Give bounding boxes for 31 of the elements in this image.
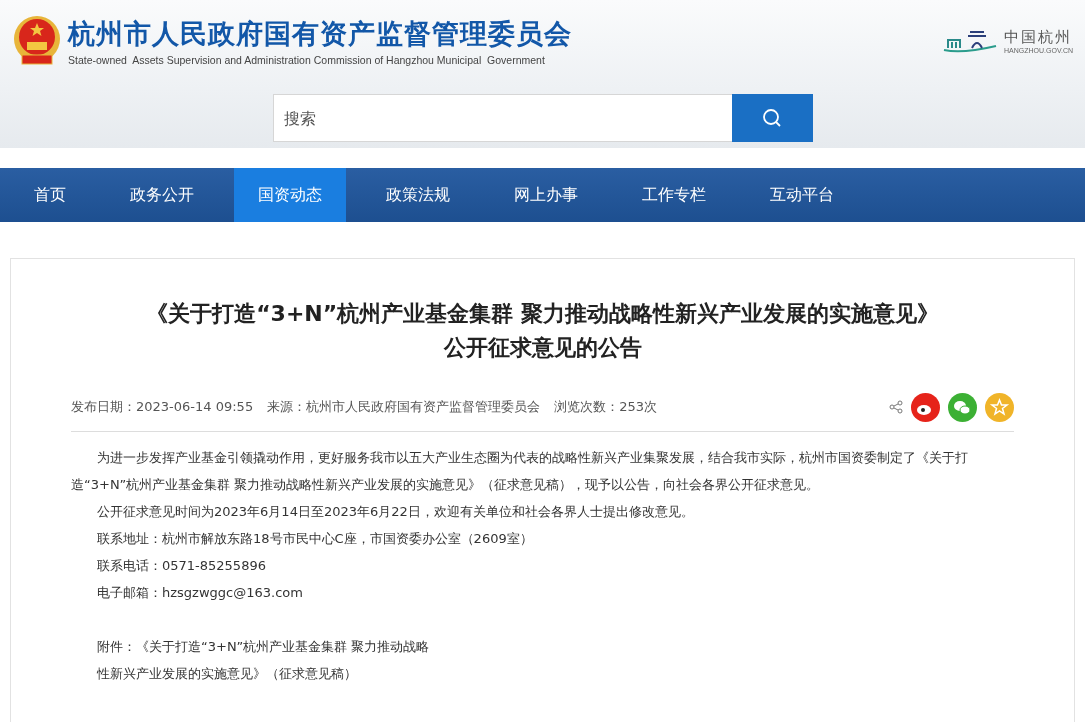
article-paragraph: 联系地址：杭州市解放东路18号市民中心C座，市国资委办公室（2609室） bbox=[96, 530, 534, 548]
emblem-icon bbox=[12, 15, 62, 67]
nav-tab[interactable]: 国资动态 bbox=[234, 168, 346, 222]
share-icon[interactable] bbox=[889, 400, 903, 414]
attachment-link[interactable]: 性新兴产业发展的实施意见》（征求意见稿） bbox=[97, 660, 1014, 687]
attachment-link[interactable]: 附件：《关于打造“3+N”杭州产业基金集群 聚力推动战略 bbox=[97, 633, 1014, 660]
nav-tab[interactable]: 政务公开 bbox=[106, 168, 218, 222]
search-icon bbox=[762, 108, 782, 128]
article-title: 《关于打造“3+N”杭州产业基金集群 聚力推动战略性新兴产业发展的实施意见》 bbox=[145, 300, 940, 328]
weibo-share-icon[interactable] bbox=[911, 392, 940, 422]
meta-info: 浏览次数：253次 bbox=[554, 398, 657, 416]
pavilion-logo-icon bbox=[942, 28, 998, 54]
site-subtitle: State-owned Assets Supervision and Administration Commission of Hangzhou Municipal Government bbox=[68, 54, 546, 66]
nav-tab[interactable]: 互动平台 bbox=[746, 168, 858, 222]
article-title: 公开征求意见的公告 bbox=[442, 334, 643, 362]
wechat-share-icon[interactable] bbox=[948, 392, 977, 422]
nav-tab[interactable]: 首页 bbox=[10, 168, 90, 222]
article-paragraph: 公开征求意见时间为2023年6月14日至2023年6月22日，欢迎有关单位和社会各界人士提出修改意见。 bbox=[96, 503, 695, 521]
article-paragraph: 联系电话：0571-85255896 bbox=[96, 557, 267, 575]
meta-info: 来源：杭州市人民政府国有资产监督管理委员会 bbox=[267, 398, 541, 416]
site-title: 杭州市人民政府国有资产监督管理委员会 bbox=[68, 17, 572, 51]
search-button[interactable] bbox=[731, 94, 813, 142]
nav-tab[interactable]: 网上办事 bbox=[490, 168, 602, 222]
star-favorite-icon[interactable] bbox=[985, 392, 1014, 422]
meta-info: 发布日期：2023-06-14 09:55 bbox=[71, 398, 254, 416]
article-paragraph: 为进一步发挥产业基金引领撬动作用，更好服务我市以五大产业生态圈为代表的战略性新兴产业集聚发展，结合我市实际，杭州市国资委制定了《关于打造“3+N”杭州产业基金集群 聚力推动战略性新兴产业发展的实施意见》（征求意见稿），现予以公告，向社会各界公开征求意见。 bbox=[71, 449, 969, 494]
search-field[interactable]: 搜索 bbox=[272, 94, 732, 142]
article-paragraph: 电子邮箱：hzsgzwggc@163.com bbox=[96, 584, 304, 602]
nav-tab[interactable]: 政策法规 bbox=[362, 168, 474, 222]
city-logo-name: 中国杭州 bbox=[1004, 28, 1073, 47]
nav-tab[interactable]: 工作专栏 bbox=[618, 168, 730, 222]
